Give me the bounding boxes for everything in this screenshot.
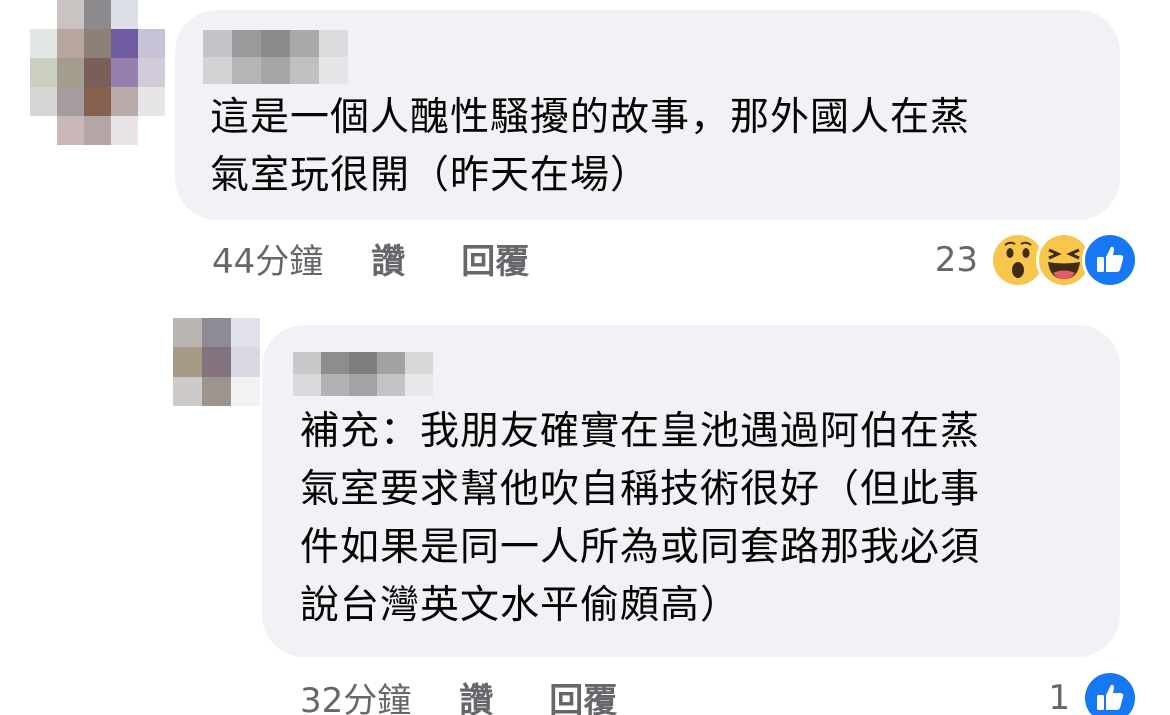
like-button[interactable]: 讚 (371, 234, 405, 283)
like-icon (1082, 232, 1138, 288)
reaction-count: 1 (1048, 678, 1070, 715)
reaction-count: 23 (934, 240, 978, 280)
author-name[interactable] (203, 30, 348, 84)
like-icon (1082, 670, 1138, 715)
reply-button[interactable]: 回覆 (549, 673, 617, 715)
reply-button[interactable]: 回覆 (461, 234, 529, 283)
like-button[interactable]: 讚 (459, 673, 493, 715)
reaction-summary[interactable]: 1 (1048, 670, 1138, 715)
comment-actions: 44分鐘 讚 回覆 (212, 234, 585, 283)
author-name[interactable] (293, 352, 433, 396)
comment-text: 這是一個人醜性騷擾的故事，那外國人在蒸 氣室玩很開（昨天在場） (210, 95, 971, 198)
timestamp[interactable]: 44分鐘 (212, 234, 323, 283)
reaction-summary[interactable]: 23 (935, 232, 1138, 288)
avatar[interactable] (173, 318, 260, 406)
comment-text: 補充：我朋友確實在皇池遇過阿伯在蒸 氣室要求幫他吹自稱技術很好（但此事 件如果是… (300, 409, 981, 628)
comment-thread: 這是一個人醜性騷擾的故事，那外國人在蒸 氣室玩很開（昨天在場） 44分鐘 讚 回… (0, 0, 1170, 715)
comment-actions: 32分鐘 讚 回覆 (300, 673, 673, 715)
timestamp[interactable]: 32分鐘 (300, 673, 411, 715)
avatar[interactable] (30, 0, 165, 145)
